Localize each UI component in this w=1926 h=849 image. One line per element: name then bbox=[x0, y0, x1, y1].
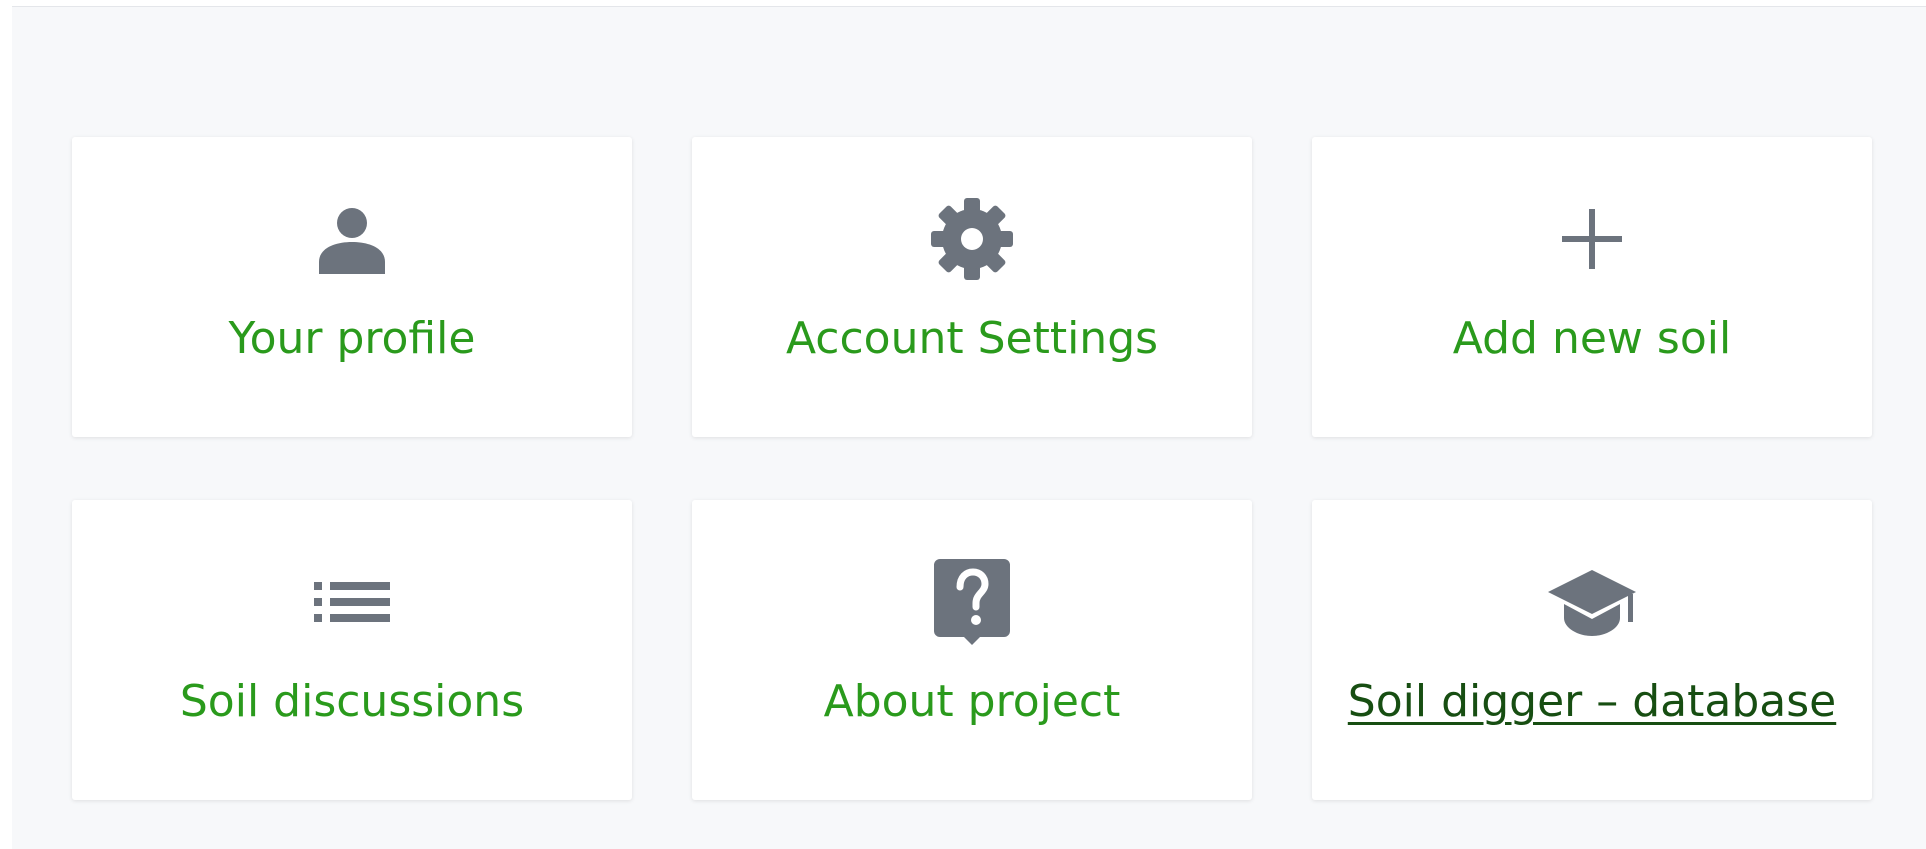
soil-digger-database-link[interactable]: Soil digger – database bbox=[1348, 680, 1836, 724]
soil-discussions-tile[interactable]: Soil discussions bbox=[72, 500, 632, 800]
soil-discussions-label: Soil discussions bbox=[179, 676, 525, 727]
question-icon bbox=[922, 559, 1022, 645]
person-icon bbox=[302, 199, 402, 279]
graduation-cap-icon bbox=[1542, 562, 1642, 642]
list-icon bbox=[302, 562, 402, 642]
about-project-label: About project bbox=[823, 676, 1121, 727]
soil-digger-database-tile[interactable]: Soil digger – database bbox=[1312, 500, 1872, 800]
account-settings-label: Account Settings bbox=[785, 313, 1159, 364]
your-profile-tile[interactable]: Your profile bbox=[72, 137, 632, 437]
your-profile-label: Your profile bbox=[228, 313, 476, 364]
add-new-soil-label: Add new soil bbox=[1452, 313, 1732, 364]
gear-icon bbox=[922, 198, 1022, 280]
about-project-tile[interactable]: About project bbox=[692, 500, 1252, 800]
account-settings-tile[interactable]: Account Settings bbox=[692, 137, 1252, 437]
dashboard-tile-grid: Your profile Account Settings Add new so… bbox=[72, 137, 1872, 800]
plus-icon bbox=[1542, 199, 1642, 279]
dashboard-page: Your profile Account Settings Add new so… bbox=[12, 6, 1926, 849]
add-new-soil-tile[interactable]: Add new soil bbox=[1312, 137, 1872, 437]
